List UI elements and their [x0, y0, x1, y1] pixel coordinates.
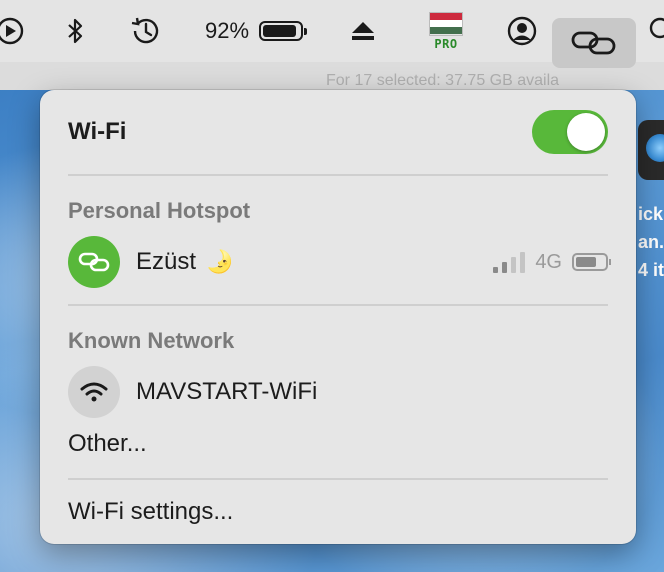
menu-bar: 92% PRO [0, 0, 664, 68]
desktop-icons-edge: ick an... 4 it [636, 96, 664, 296]
other-networks-item[interactable]: Other... [68, 430, 608, 458]
hotspot-network-row[interactable]: Ezüst 🌛 4G [68, 236, 611, 288]
signal-bar [493, 267, 499, 273]
signal-bar [520, 252, 526, 273]
keyboard-input-hungarian-flag-icon[interactable]: PRO [424, 0, 468, 62]
personal-hotspot-icon [68, 236, 120, 288]
divider [68, 304, 608, 306]
signal-strength-icon [493, 251, 526, 273]
play-circle-icon[interactable] [0, 0, 26, 62]
known-network-row[interactable]: MAVSTART-WiFi [68, 366, 608, 418]
hungarian-flag [429, 11, 463, 36]
personal-hotspot-icon[interactable] [552, 18, 636, 68]
hotspot-name: Ezüst [136, 248, 197, 275]
desktop-label-1: ick [638, 204, 664, 224]
app-icon[interactable] [638, 120, 664, 180]
wifi-settings-item[interactable]: Wi-Fi settings... [68, 498, 608, 526]
desktop-label-2: an... [638, 232, 664, 252]
known-network-heading: Known Network [68, 328, 235, 353]
divider [68, 478, 608, 480]
finder-status-text: For 17 selected: 37.75 GB availa [326, 72, 560, 89]
personal-hotspot-heading: Personal Hotspot [68, 198, 251, 223]
wifi-toggle[interactable] [532, 110, 608, 154]
divider [68, 174, 608, 176]
wifi-signal-icon [68, 366, 120, 418]
network-type-label: 4G [535, 250, 562, 273]
battery-icon [259, 21, 308, 41]
desktop-label-3: 4 it [638, 260, 664, 280]
pro-badge: PRO [434, 36, 458, 51]
battery-percent: 92% [204, 18, 250, 43]
hotspot-meta: 4G [493, 250, 611, 274]
crescent-moon-icon: 🌛 [206, 249, 234, 274]
search-icon[interactable] [648, 0, 664, 62]
known-network-name: MAVSTART-WiFi [136, 378, 318, 405]
hotspot-battery-icon [572, 253, 611, 271]
battery-status[interactable]: 92% [198, 0, 310, 62]
toggle-knob [567, 113, 605, 151]
eject-icon[interactable] [348, 0, 378, 62]
wifi-menu-panel: Wi-Fi Personal Hotspot Ezüst 🌛 4G Known … [40, 90, 636, 544]
time-machine-icon[interactable] [128, 0, 162, 62]
signal-bar [511, 257, 517, 273]
signal-bar [502, 262, 508, 273]
wifi-title: Wi-Fi [68, 118, 127, 145]
user-account-icon[interactable] [504, 0, 540, 62]
bluetooth-icon[interactable] [60, 0, 90, 62]
